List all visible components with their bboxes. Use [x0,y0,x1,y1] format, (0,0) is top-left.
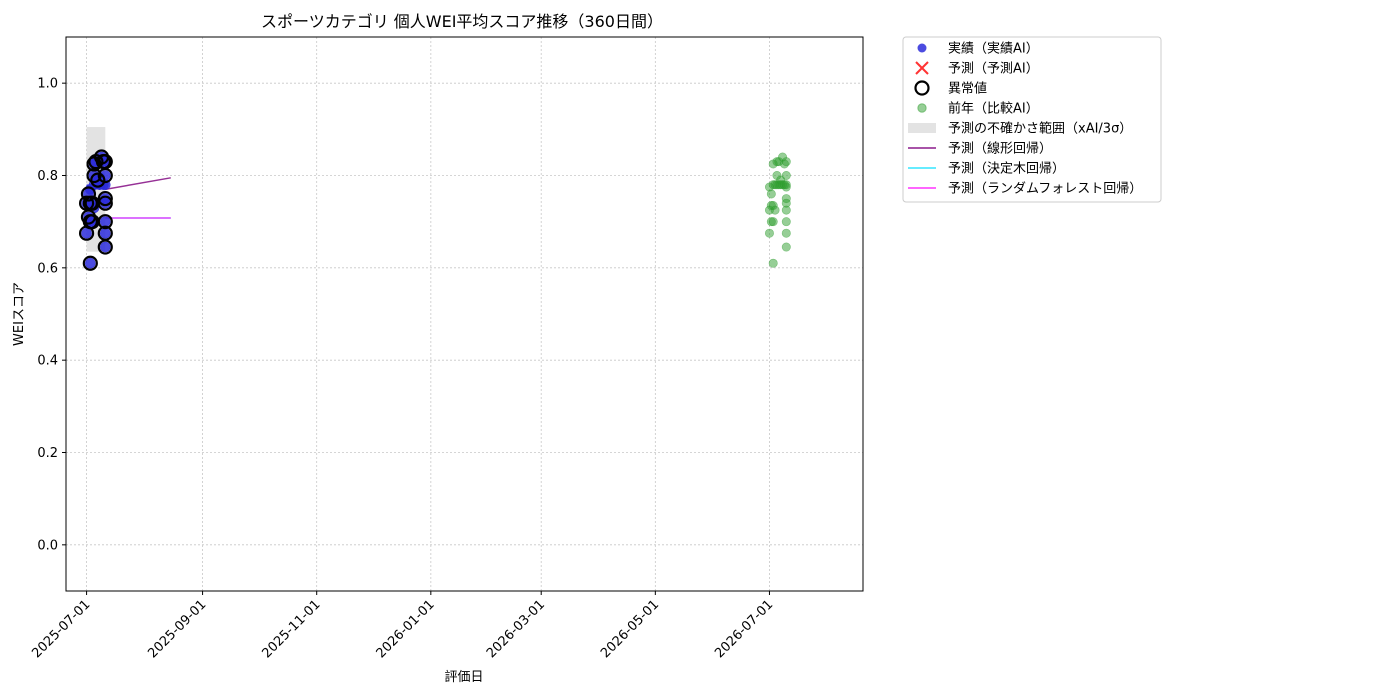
x-tick-label: 2026-05-01 [598,597,662,661]
legend-marker-band [908,123,936,133]
previous-year-point [781,182,791,192]
legend-label: 予測（ランダムフォレスト回帰） [948,181,1142,197]
y-tick-label: 0.6 [37,261,58,276]
y-tick-label: 0.2 [37,446,58,461]
legend: 実績（実績AI） 予測（予測AI） 異常値前年（比較AI） 予測の不確かさ範囲（xAI… [902,36,1162,203]
legend-label: 実績（実績AI） [948,41,1039,57]
previous-year-point [766,189,776,199]
previous-year-point [781,157,791,167]
previous-year-point [781,205,791,215]
actual-point [99,241,111,253]
actual-point [99,227,111,239]
previous-year-point [770,205,780,215]
x-tick-label: 2025-09-01 [145,597,209,661]
tick-layer: 0.0 0.2 0.4 0.6 0.8 1.0 2025-07-01 2025-09-01 20… [29,77,776,662]
x-axis-label: 評価日 [444,670,483,685]
legend-label: 予測（予測AI） [948,62,1039,77]
legend-marker-actual [917,43,927,53]
y-tick-label: 0.4 [37,354,58,369]
legend-label: 予測の不確かさ範囲（xAI/3σ） [948,121,1132,137]
chart-title: スポーツカテゴリ 個人WEI平均スコア推移（360日間） [261,12,663,31]
y-tick-label: 0.8 [37,169,58,184]
previous-year-point [781,217,791,227]
previous-year-point [781,242,791,252]
legend-marker-previous-year [917,103,927,113]
legend-label: 前年（比較AI） [948,101,1039,117]
previous-year-point [768,217,778,227]
legend-label: 異常値 [948,81,987,97]
legend-label: 予測（線形回帰） [948,141,1052,157]
grid-layer [66,37,863,591]
chart-root: スポーツカテゴリ 個人WEI平均スコア推移（360日間） 評価日 WEIスコア … [0,0,1400,700]
actual-point [85,257,96,269]
x-tick-label: 2026-01-01 [374,597,438,661]
previous-year-point [781,228,791,238]
frame-layer [65,36,864,592]
previous-year-point [781,171,791,181]
legend-label: 予測（決定木回帰） [948,161,1065,177]
y-tick-label: 1.0 [37,77,58,92]
chart-svg: スポーツカテゴリ 個人WEI平均スコア推移（360日間） 評価日 WEIスコア … [12,12,1162,685]
point-layer [78,149,791,271]
x-tick-label: 2026-07-01 [712,597,776,661]
plot-frame [65,36,864,592]
previous-year-point [768,258,778,268]
x-tick-label: 2026-03-01 [484,597,548,661]
previous-year-point [764,228,774,238]
actual-point [99,216,111,227]
actual-point [81,227,92,239]
x-tick-label: 2025-07-01 [29,597,93,661]
y-axis-label: WEIスコア [12,282,27,346]
forecast-line [105,177,171,191]
y-tick-label: 0.0 [37,538,58,553]
x-tick-label: 2025-11-01 [259,597,323,661]
